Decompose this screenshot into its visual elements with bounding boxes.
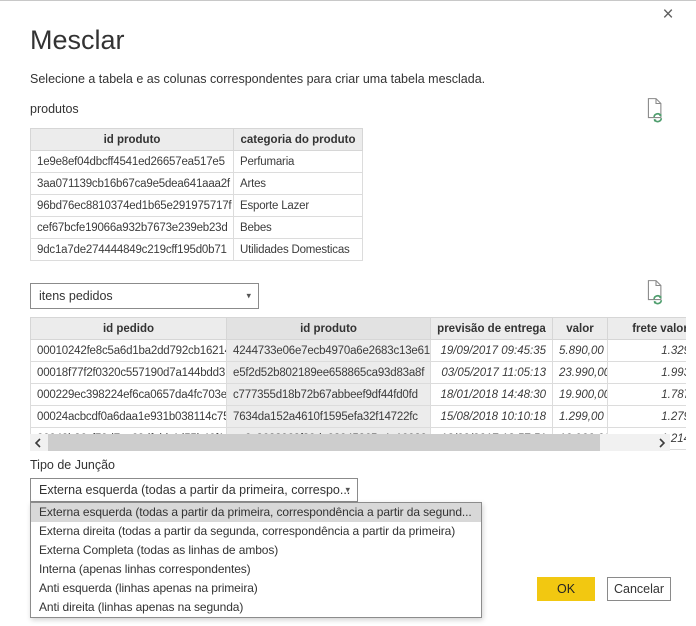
table-cell[interactable]: 23.990,00 — [553, 362, 608, 384]
table-cell[interactable]: Utilidades Domesticas — [234, 239, 363, 261]
order-items-table: id pedidoid produtoprevisão de entregava… — [30, 317, 686, 450]
join-option[interactable]: Externa esquerda (todas a partir da prim… — [31, 503, 481, 522]
table-header-row: id pedidoid produtoprevisão de entregava… — [31, 318, 687, 340]
scrollbar-thumb[interactable] — [48, 434, 600, 451]
table-cell[interactable]: 3aa071139cb16b67ca9e5dea641aaa2f — [31, 173, 234, 195]
table-row: 00024acbcdf0a6daa1e931b038114c757634da15… — [31, 406, 687, 428]
table-cell[interactable]: e5f2d52b802189ee658865ca93d83a8f — [227, 362, 431, 384]
table-cell[interactable]: 1.993,00 — [608, 362, 687, 384]
table-cell[interactable]: 1.329,00 — [608, 340, 687, 362]
order-items-table-viewport: id pedidoid produtoprevisão de entregava… — [30, 317, 686, 452]
table-header-row: id produtocategoria do produto — [31, 129, 363, 151]
table-cell[interactable]: 00010242fe8c5a6d1ba2dd792cb16214 — [31, 340, 227, 362]
table-cell[interactable]: 96bd76ec8810374ed1b65e291975717f — [31, 195, 234, 217]
merge-dialog: × Mesclar Selecione a tabela e as coluna… — [0, 0, 696, 626]
dialog-title: Mesclar — [30, 25, 125, 56]
column-header[interactable]: id produto — [31, 129, 234, 151]
table-cell[interactable]: cef67bcfe19066a932b7673e239eb23d — [31, 217, 234, 239]
scroll-left-arrow-icon[interactable] — [30, 434, 46, 451]
table-cell[interactable]: 03/05/2017 11:05:13 — [431, 362, 553, 384]
join-options-list: Externa esquerda (todas a partir da prim… — [30, 502, 482, 618]
table-cell[interactable]: Bebes — [234, 217, 363, 239]
join-option[interactable]: Externa Completa (todas as linhas de amb… — [31, 541, 481, 560]
first-table-label: produtos — [30, 102, 79, 116]
table-row: 00010242fe8c5a6d1ba2dd792cb162144244733e… — [31, 340, 687, 362]
second-table-selector[interactable]: itens pedidos ▾ — [30, 283, 259, 309]
column-header[interactable]: frete valor — [608, 318, 687, 340]
table-cell[interactable]: 1e9e8ef04dbcff4541ed26657ea517e5 — [31, 151, 234, 173]
table-cell[interactable]: c777355d18b72b67abbeef9df44fd0fd — [227, 384, 431, 406]
table-cell[interactable]: 000229ec398224ef6ca0657da4fc703e — [31, 384, 227, 406]
join-type-selected-value: Externa esquerda (todas a partir da prim… — [39, 483, 350, 497]
close-icon[interactable]: × — [656, 3, 680, 27]
refresh-preview-icon[interactable] — [645, 279, 667, 305]
table-cell[interactable]: Artes — [234, 173, 363, 195]
second-table-selector-value: itens pedidos — [39, 289, 113, 303]
ok-button[interactable]: OK — [537, 577, 595, 601]
table-row: cef67bcfe19066a932b7673e239eb23dBebes — [31, 217, 363, 239]
table-row: 1e9e8ef04dbcff4541ed26657ea517e5Perfumar… — [31, 151, 363, 173]
products-table: id produtocategoria do produto1e9e8ef04d… — [30, 128, 363, 261]
table-cell[interactable]: 00024acbcdf0a6daa1e931b038114c75 — [31, 406, 227, 428]
dialog-subtitle: Selecione a tabela e as colunas correspo… — [30, 72, 485, 86]
join-option[interactable]: Anti esquerda (linhas apenas na primeira… — [31, 579, 481, 598]
table-cell[interactable]: 1.279,00 — [608, 406, 687, 428]
table-cell[interactable]: 00018f77f2f0320c557190d7a144bdd3 — [31, 362, 227, 384]
join-option[interactable]: Externa direita (todas a partir da segun… — [31, 522, 481, 541]
table-row: 3aa071139cb16b67ca9e5dea641aaa2fArtes — [31, 173, 363, 195]
scrollbar-track[interactable] — [46, 434, 654, 451]
table-row: 000229ec398224ef6ca0657da4fc703ec777355d… — [31, 384, 687, 406]
column-header[interactable]: categoria do produto — [234, 129, 363, 151]
table-cell[interactable]: 9dc1a7de274444849c219cff195d0b71 — [31, 239, 234, 261]
table-cell[interactable]: 19/09/2017 09:45:35 — [431, 340, 553, 362]
chevron-down-icon: ▾ — [345, 485, 350, 496]
column-header[interactable]: id produto — [227, 318, 431, 340]
refresh-preview-icon[interactable] — [645, 97, 667, 123]
column-header[interactable]: valor — [553, 318, 608, 340]
horizontal-scrollbar[interactable] — [30, 434, 670, 451]
join-option[interactable]: Interna (apenas linhas correspondentes) — [31, 560, 481, 579]
column-header[interactable]: previsão de entrega — [431, 318, 553, 340]
table-cell[interactable]: 15/08/2018 10:10:18 — [431, 406, 553, 428]
join-type-selector[interactable]: Externa esquerda (todas a partir da prim… — [30, 478, 358, 502]
table-row: 9dc1a7de274444849c219cff195d0b71Utilidad… — [31, 239, 363, 261]
join-type-label: Tipo de Junção — [30, 458, 115, 472]
table-cell[interactable]: 4244733e06e7ecb4970a6e2683c13e61 — [227, 340, 431, 362]
chevron-down-icon: ▾ — [246, 291, 251, 302]
table-cell[interactable]: 19.900,00 — [553, 384, 608, 406]
table-cell[interactable]: 1.787,00 — [608, 384, 687, 406]
column-header[interactable]: id pedido — [31, 318, 227, 340]
scroll-right-arrow-icon[interactable] — [654, 434, 670, 451]
table-cell[interactable]: 7634da152a4610f1595efa32f14722fc — [227, 406, 431, 428]
table-cell[interactable]: Perfumaria — [234, 151, 363, 173]
table-cell[interactable]: Esporte Lazer — [234, 195, 363, 217]
table-row: 00018f77f2f0320c557190d7a144bdd3e5f2d52b… — [31, 362, 687, 384]
table-row: 96bd76ec8810374ed1b65e291975717fEsporte … — [31, 195, 363, 217]
table-cell[interactable]: 1.299,00 — [553, 406, 608, 428]
table-cell[interactable]: 18/01/2018 14:48:30 — [431, 384, 553, 406]
table-cell[interactable]: 5.890,00 — [553, 340, 608, 362]
cancel-button[interactable]: Cancelar — [607, 577, 671, 601]
join-option[interactable]: Anti direita (linhas apenas na segunda) — [31, 598, 481, 617]
